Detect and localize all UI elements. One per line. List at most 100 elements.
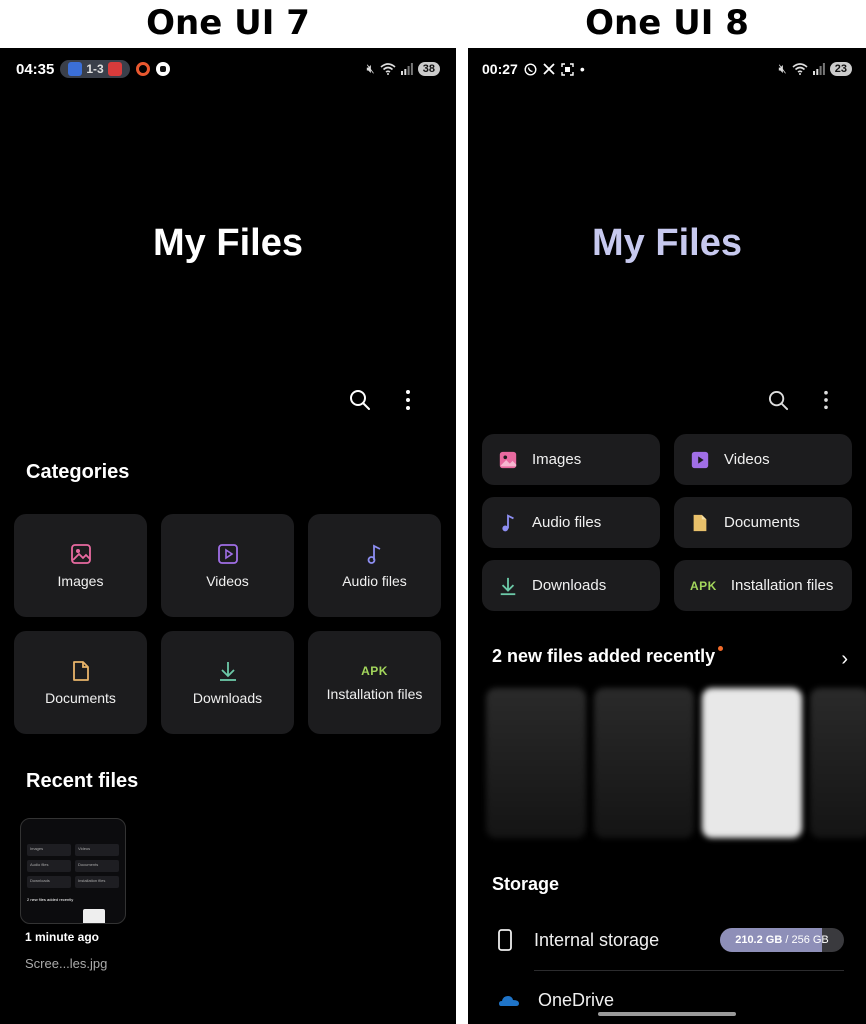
category-images[interactable]: Images: [14, 514, 147, 617]
recent-file-name: Scree...les.jpg: [25, 956, 108, 971]
storage-item-internal[interactable]: Internal storage 210.2 GB / 256 GB: [468, 920, 866, 960]
category-videos[interactable]: Videos: [674, 434, 852, 485]
download-icon: [500, 577, 516, 595]
battery-indicator: 23: [829, 62, 852, 76]
football-icon: [155, 62, 170, 76]
video-icon: [217, 543, 238, 564]
category-audio-files[interactable]: Audio files: [482, 497, 660, 548]
status-bar: 04:35 1-3 🔇︎ 38: [0, 48, 456, 90]
category-images[interactable]: Images: [482, 434, 660, 485]
search-icon: [768, 390, 788, 410]
more-vert-icon: [824, 390, 828, 410]
onedrive-icon: [499, 996, 519, 1006]
storage-label: Internal storage: [534, 929, 660, 950]
screenshot-icon: [561, 62, 574, 76]
category-audio-files[interactable]: Audio files: [308, 514, 441, 617]
comparison-label-left: One UI 7: [146, 3, 310, 43]
status-bar: 00:27 • 🔇︎ 23: [468, 48, 866, 90]
notification-dot-icon: •: [579, 61, 585, 77]
apk-icon: APK: [361, 663, 388, 678]
mute-icon: 🔇︎: [778, 61, 787, 76]
category-downloads[interactable]: Downloads: [482, 560, 660, 611]
document-icon: [72, 660, 89, 681]
phone-screen-one-ui-7: 04:35 1-3 🔇︎ 38 My Files Categories Imag…: [0, 48, 456, 1024]
category-label: Installation files: [730, 577, 834, 594]
page-title: My Files: [153, 222, 303, 264]
new-indicator-dot: [718, 646, 724, 651]
recent-files-carousel: [486, 688, 866, 838]
recent-file-time: 1 minute ago: [25, 930, 100, 944]
toolbar: [766, 388, 838, 412]
storage-total: 256 GB: [791, 934, 829, 946]
music-icon: [502, 513, 514, 531]
download-icon: [219, 661, 236, 681]
battery-indicator: 38: [417, 62, 440, 76]
more-vert-icon: [406, 390, 410, 410]
storage-used: 210.2 GB: [735, 934, 783, 946]
more-options-button[interactable]: [814, 388, 838, 412]
search-button[interactable]: [348, 388, 372, 412]
document-icon: [693, 514, 707, 531]
page-title: My Files: [592, 222, 742, 264]
storage-usage-bar: 210.2 GB / 256 GB: [720, 928, 844, 952]
live-score: 1-3: [86, 62, 104, 76]
chevron-right-icon[interactable]: ›: [841, 648, 848, 671]
signal-icon: [812, 63, 825, 75]
recent-file-thumbnail[interactable]: [486, 688, 586, 838]
video-icon: [691, 451, 709, 468]
x-icon: [543, 63, 555, 75]
team-badge-icon: [107, 62, 122, 76]
recent-files-heading: Recent files: [26, 770, 139, 792]
toolbar: [348, 388, 420, 412]
whatsapp-icon: [524, 62, 537, 76]
team-badge-icon: [68, 62, 83, 76]
category-documents[interactable]: Documents: [674, 497, 852, 548]
category-installation-files[interactable]: APK Installation files: [308, 631, 441, 734]
recent-file-thumbnail[interactable]: Images Videos Audio files Documents Down…: [20, 818, 126, 924]
apk-icon: APK: [690, 578, 717, 593]
comparison-label-right: One UI 8: [585, 3, 749, 43]
category-downloads[interactable]: Downloads: [161, 631, 294, 734]
search-icon: [350, 390, 370, 410]
recent-files-heading[interactable]: 2 new files added recently: [492, 646, 724, 667]
phone-screen-one-ui-8: 00:27 • 🔇︎ 23 My Files Images Videos Aud…: [468, 48, 866, 1024]
categories-grid: Images Videos Audio files Documents Down…: [482, 434, 852, 611]
category-label: Audio files: [532, 514, 602, 531]
recent-file-thumbnail[interactable]: [810, 688, 866, 838]
category-label: Videos: [206, 572, 249, 589]
category-label: Videos: [724, 451, 770, 468]
recent-file-thumbnail[interactable]: [594, 688, 694, 838]
category-videos[interactable]: Videos: [161, 514, 294, 617]
storage-label: OneDrive: [538, 989, 615, 1010]
category-label: Documents: [724, 514, 800, 531]
home-indicator[interactable]: [598, 1012, 736, 1016]
search-button[interactable]: [766, 388, 790, 412]
wifi-icon: [380, 63, 396, 75]
category-label: Documents: [45, 689, 116, 706]
wifi-icon: [792, 63, 808, 75]
image-icon: [499, 451, 517, 468]
mute-icon: 🔇︎: [366, 61, 375, 76]
live-score-pill[interactable]: 1-3: [60, 60, 130, 78]
status-time: 00:27: [482, 61, 518, 77]
categories-heading: Categories: [26, 461, 130, 483]
recent-file-thumbnail[interactable]: [702, 688, 802, 838]
more-options-button[interactable]: [396, 388, 420, 412]
music-icon: [367, 544, 380, 564]
category-label: Downloads: [532, 577, 607, 594]
phone-icon: [498, 929, 512, 951]
ring-app-icon: [135, 62, 150, 76]
category-installation-files[interactable]: APK Installation files: [674, 560, 852, 611]
category-label: Downloads: [192, 689, 263, 706]
category-documents[interactable]: Documents: [14, 631, 147, 734]
divider: [534, 970, 844, 971]
categories-grid: Images Videos Audio files Documents Down…: [14, 514, 441, 734]
status-time: 04:35: [16, 60, 55, 78]
category-label: Images: [57, 572, 104, 589]
storage-heading: Storage: [492, 874, 560, 894]
signal-icon: [400, 63, 413, 75]
image-icon: [70, 543, 91, 564]
category-label: Installation files: [326, 685, 423, 702]
category-label: Audio files: [342, 572, 407, 589]
category-label: Images: [532, 451, 582, 468]
